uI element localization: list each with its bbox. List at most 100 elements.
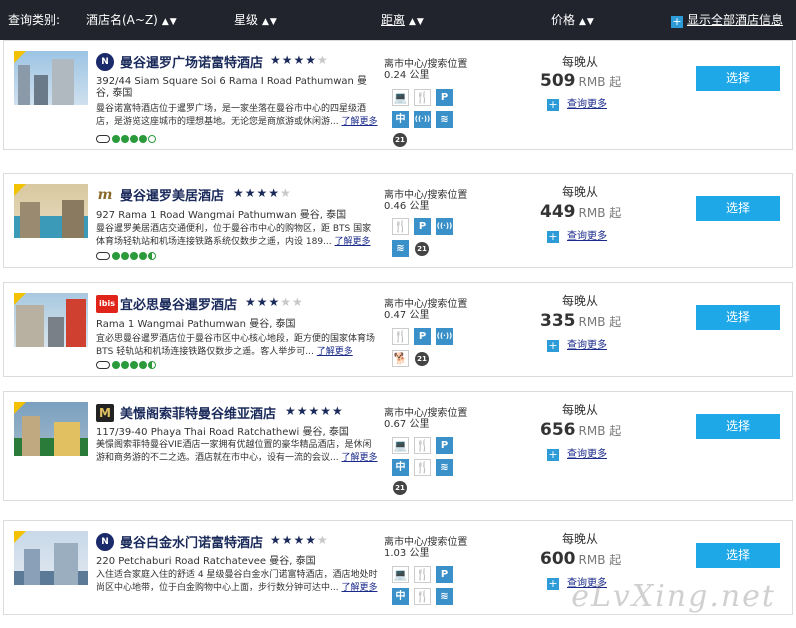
restaurant-icon: 🍴 <box>414 459 431 476</box>
learn-more-link[interactable]: 了解更多 <box>335 237 371 247</box>
hotel-name[interactable]: 曼谷白金水门诺富特酒店 <box>120 532 263 551</box>
hotel-photo[interactable] <box>14 531 88 585</box>
hotel-photo[interactable] <box>14 402 88 456</box>
restaurant-icon: 🍴 <box>414 566 431 583</box>
pool-icon: ≋ <box>392 240 409 257</box>
hotel-address: 220 Petchaburi Road Ratchatevee 曼谷, 泰国 <box>96 556 316 567</box>
learn-more-link[interactable]: 了解更多 <box>341 453 377 463</box>
hotel-description: 入住适合家庭入住的舒适 4 星级曼谷白金水门诺富特酒店，酒店地处时尚区中心地带，… <box>96 570 378 593</box>
computer-icon: 💻 <box>392 437 409 454</box>
learn-more-link[interactable]: 了解更多 <box>341 583 377 593</box>
distance-info: 离市中心/搜索位置 0.24 公里 <box>384 59 468 81</box>
star-rating: ★★★★★ <box>285 404 344 418</box>
computer-icon: 💻 <box>392 566 409 583</box>
brand-logo: m <box>96 186 114 204</box>
distance-info: 离市中心/搜索位置 0.47 公里 <box>384 299 468 321</box>
brand-logo: ibis <box>96 295 118 313</box>
plus-icon[interactable]: + <box>547 578 559 590</box>
hotel-address: 392/44 Siam Square Soi 6 Rama I Road Pat… <box>96 76 368 99</box>
pool-icon: ≋ <box>436 111 453 128</box>
price-per-night-label: 每晚从 <box>561 185 598 199</box>
restaurant-icon: 🍴 <box>392 328 409 345</box>
star-rating: ★★★★★ <box>270 53 329 67</box>
hotel-name[interactable]: 曼谷暹罗美居酒店 <box>120 185 224 204</box>
hotel-photo[interactable] <box>14 51 88 105</box>
hotel-price: 335 RMB 起 <box>540 311 622 331</box>
sort-by-name[interactable]: 酒店名(A~Z) ▲▼ <box>86 12 178 30</box>
distance-info: 离市中心/搜索位置 0.46 公里 <box>384 190 468 212</box>
parking-icon: P <box>436 566 453 583</box>
sort-arrows-icon[interactable]: ▲▼ <box>579 14 595 30</box>
hotel-row: M 美憬阁索菲特曼谷维亚酒店 ★★★★★ 117/39-40 Phaya Tha… <box>3 391 793 501</box>
hotel-name[interactable]: 美憬阁索菲特曼谷维亚酒店 <box>120 403 276 422</box>
brand-logo: N <box>96 533 114 551</box>
hotel-row: N 曼谷暹罗广场诺富特酒店 ★★★★★ 392/44 Siam Square S… <box>3 40 793 150</box>
age-21-icon: 21 <box>393 481 407 495</box>
plus-icon[interactable]: + <box>547 340 559 352</box>
sort-arrows-icon[interactable]: ▲▼ <box>262 14 278 30</box>
tripadvisor-icon <box>96 361 110 369</box>
pool-icon: ≋ <box>436 459 453 476</box>
tripadvisor-rating <box>96 135 157 145</box>
star-rating: ★★★★★ <box>245 295 304 309</box>
watermark: eLvXing.net <box>571 579 776 614</box>
hotel-name[interactable]: 宜必思曼谷暹罗酒店 <box>120 294 237 313</box>
chinese-service-icon: 中 <box>392 588 409 605</box>
plus-icon[interactable]: + <box>547 231 559 243</box>
age-21-icon: 21 <box>393 133 407 147</box>
price-per-night-label: 每晚从 <box>561 403 598 417</box>
sort-by-price[interactable]: 价格 ▲▼ <box>551 12 595 30</box>
results-header: 查询类别: 酒店名(A~Z) ▲▼ 星级 ▲▼ 距离 ▲▼ 价格 ▲▼ + 显示全部酒店信… <box>0 0 796 40</box>
wifi-icon: ((·)) <box>414 111 431 128</box>
hotel-price: 509 RMB 起 <box>540 71 622 91</box>
select-button[interactable]: 选择 <box>696 543 780 568</box>
sort-by-distance[interactable]: 距离 ▲▼ <box>381 12 425 30</box>
wifi-icon: ((·)) <box>436 328 453 345</box>
plus-icon[interactable]: + <box>547 99 559 111</box>
hotel-address: 927 Rama 1 Road Wangmai Pathumwan 曼谷, 泰国 <box>96 210 347 221</box>
learn-more-link[interactable]: 了解更多 <box>341 117 377 127</box>
show-all-hotels-link[interactable]: + 显示全部酒店信息 <box>671 12 783 28</box>
hotel-description: 宜必思曼谷暹罗酒店位于曼谷市区中心核心地段，距方便的国家体育场 BTS 轻轨站和… <box>96 334 376 357</box>
select-button[interactable]: 选择 <box>696 196 780 221</box>
hotel-address: 117/39-40 Phaya Thai Road Ratchathewi 曼谷… <box>96 427 349 438</box>
query-more-link[interactable]: + 查询更多 <box>547 445 607 461</box>
hotel-price: 656 RMB 起 <box>540 420 622 440</box>
price-per-night-label: 每晚从 <box>561 532 598 546</box>
age-21-icon: 21 <box>415 352 429 366</box>
select-button[interactable]: 选择 <box>696 66 780 91</box>
query-more-link[interactable]: + 查询更多 <box>547 336 607 352</box>
tripadvisor-icon <box>96 252 110 260</box>
computer-icon: 💻 <box>392 89 409 106</box>
brand-logo: M <box>96 404 114 422</box>
hotel-address: Rama 1 Wangmai Pathumwan 曼谷, 泰国 <box>96 319 296 330</box>
learn-more-link[interactable]: 了解更多 <box>317 347 353 357</box>
hotel-photo[interactable] <box>14 184 88 238</box>
hotel-name[interactable]: 曼谷暹罗广场诺富特酒店 <box>120 52 263 71</box>
wifi-icon: ((·)) <box>436 218 453 235</box>
parking-icon: P <box>414 218 431 235</box>
select-button[interactable]: 选择 <box>696 414 780 439</box>
chinese-service-icon: 中 <box>392 459 409 476</box>
restaurant-icon: 🍴 <box>392 218 409 235</box>
restaurant-icon: 🍴 <box>414 89 431 106</box>
distance-info: 离市中心/搜索位置 0.67 公里 <box>384 408 468 430</box>
plus-icon[interactable]: + <box>547 449 559 461</box>
select-button[interactable]: 选择 <box>696 305 780 330</box>
tripadvisor-rating <box>96 252 157 262</box>
query-more-link[interactable]: + 查询更多 <box>547 227 607 243</box>
sort-arrows-icon[interactable]: ▲▼ <box>162 14 178 30</box>
sort-category-label: 查询类别: <box>8 13 61 27</box>
hotel-price: 600 RMB 起 <box>540 549 622 569</box>
age-21-icon: 21 <box>415 242 429 256</box>
hotel-price: 449 RMB 起 <box>540 202 622 222</box>
hotel-row: ibis 宜必思曼谷暹罗酒店 ★★★★★ Rama 1 Wangmai Path… <box>3 282 793 377</box>
query-more-link[interactable]: + 查询更多 <box>547 95 607 111</box>
restaurant-icon: 🍴 <box>414 588 431 605</box>
sort-arrows-icon[interactable]: ▲▼ <box>409 14 425 30</box>
star-rating: ★★★★★ <box>270 533 329 547</box>
hotel-photo[interactable] <box>14 293 88 347</box>
sort-by-star[interactable]: 星级 ▲▼ <box>234 12 278 30</box>
parking-icon: P <box>414 328 431 345</box>
plus-icon[interactable]: + <box>671 16 683 28</box>
